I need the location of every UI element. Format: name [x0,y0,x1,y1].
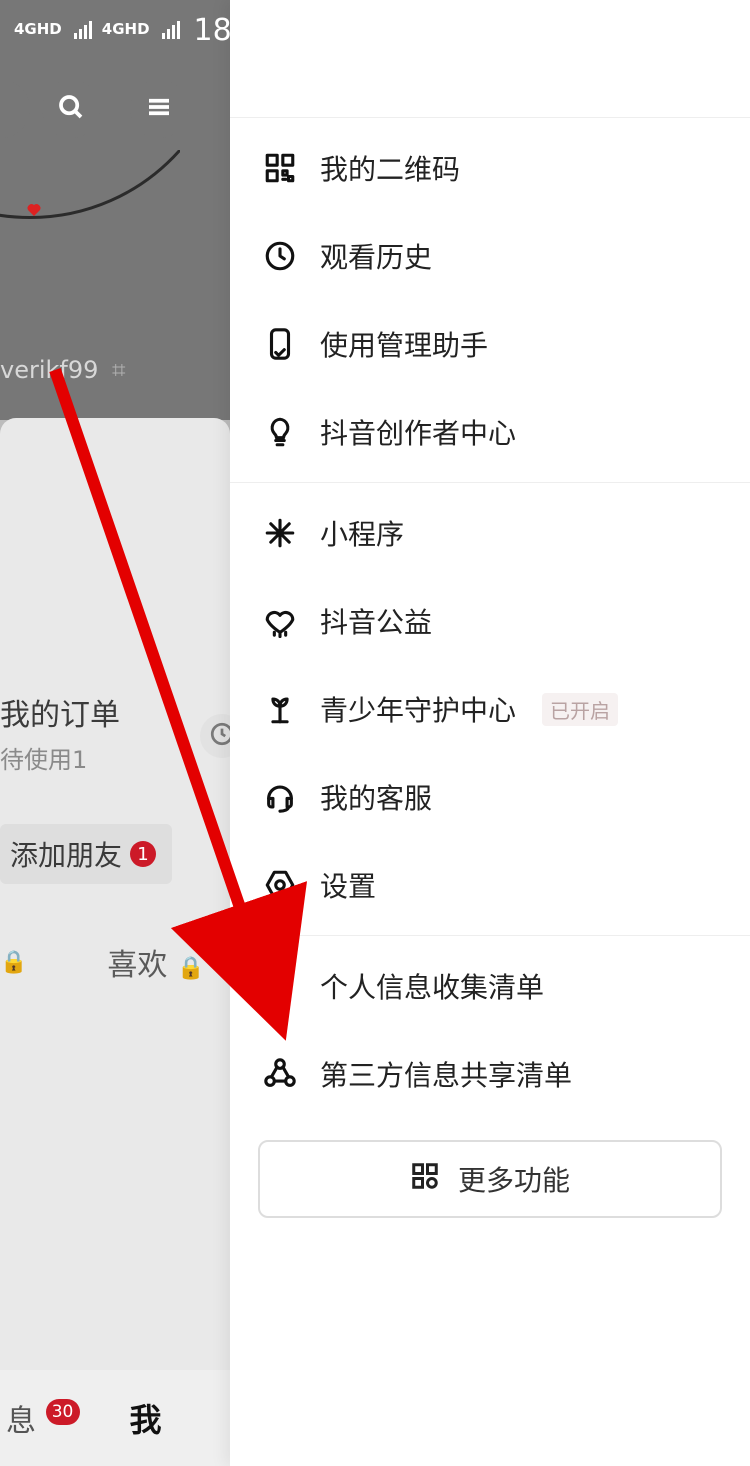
likes-tab[interactable]: 喜欢 🔒 [107,940,204,984]
clock-icon [260,236,300,276]
teen-guardian-tag: 已开启 [542,693,618,726]
my-orders[interactable]: 我的订单 待使用1 [0,690,120,775]
headset-icon [260,777,300,817]
qr-mini-icon: ⌗ [112,356,126,384]
profile-banner-art [0,150,180,240]
signal-bars-icon [162,21,180,39]
heart-beat-icon [260,601,300,641]
network-label-2: 4GHD [102,23,150,37]
bulb-icon [260,412,300,452]
profile-username: verikf99 ⌗ [0,356,126,384]
menu-item-creator-center[interactable]: 抖音创作者中心 [230,388,750,476]
menu-group-3: 个人信息收集清单 第三方信息共享清单 更多功能 [230,936,750,1252]
menu-label: 青少年守护中心 [320,689,516,729]
menu-label: 抖音创作者中心 [320,412,516,452]
nav-messages-badge: 30 [46,1399,80,1425]
menu-item-history[interactable]: 观看历史 [230,212,750,300]
menu-label: 个人信息收集清单 [320,966,544,1006]
search-button[interactable] [42,80,100,138]
menu-button[interactable] [130,80,188,138]
share-nodes-icon [260,1054,300,1094]
menu-label: 抖音公益 [320,601,432,641]
grid-plus-icon [410,1161,440,1198]
profile-tab-row: 🔒 喜欢 🔒 [0,940,204,984]
menu-label: 观看历史 [320,236,432,276]
menu-group-2: 小程序 抖音公益 青少年守护中心 已开启 我的客服 [230,483,750,936]
more-features-button[interactable]: 更多功能 [258,1140,722,1218]
menu-label: 小程序 [320,513,404,553]
signal-bars-icon [74,21,92,39]
lock-icon: 🔒 [0,950,27,975]
menu-item-miniapp[interactable]: 小程序 [230,489,750,577]
menu-item-settings[interactable]: 设置 [230,841,750,929]
menu-item-usage-assistant[interactable]: 使用管理助手 [230,300,750,388]
status-time: 18:27 [194,13,280,48]
hamburger-icon [144,92,174,126]
add-friend-badge: 1 [130,841,156,867]
menu-item-support[interactable]: 我的客服 [230,753,750,841]
side-panel: 我的二维码 观看历史 使用管理助手 抖音创作者中心 [230,0,750,1466]
menu-label: 我的二维码 [320,148,460,188]
menu-item-qrcode[interactable]: 我的二维码 [230,124,750,212]
add-friend-label: 添加朋友 [10,834,122,874]
my-orders-title: 我的订单 [0,690,120,734]
menu-label: 我的客服 [320,777,432,817]
more-features-label: 更多功能 [458,1159,570,1199]
status-bar: 4GHD 4GHD 18:27 40.4 KB/s [0,0,750,60]
my-orders-sub: 待使用1 [0,740,120,775]
nav-me[interactable]: 我 [130,1395,162,1441]
gear-icon [260,865,300,905]
phone-check-icon [260,324,300,364]
spark-icon [260,513,300,553]
search-icon [56,92,86,126]
menu-item-teen-guardian[interactable]: 青少年守护中心 已开启 [230,665,750,753]
menu-label: 第三方信息共享清单 [320,1054,572,1094]
menu-group-1: 我的二维码 观看历史 使用管理助手 抖音创作者中心 [230,118,750,483]
qr-icon [260,148,300,188]
network-label-1: 4GHD [14,23,62,37]
menu-item-personal-info-list[interactable]: 个人信息收集清单 [230,942,750,1030]
menu-label: 设置 [320,865,376,905]
lock-icon: 🔒 [177,956,204,981]
menu-item-charity[interactable]: 抖音公益 [230,577,750,665]
add-friend-pill[interactable]: 添加朋友 1 [0,824,172,884]
doc-export-icon [260,966,300,1006]
menu-label: 使用管理助手 [320,324,488,364]
bottom-nav: 息 30 我 [0,1370,230,1466]
status-speed: 40.4 KB/s [290,17,319,43]
nav-messages[interactable]: 息 30 [6,1396,80,1440]
menu-item-thirdparty-share-list[interactable]: 第三方信息共享清单 [230,1030,750,1118]
sprout-icon [260,689,300,729]
